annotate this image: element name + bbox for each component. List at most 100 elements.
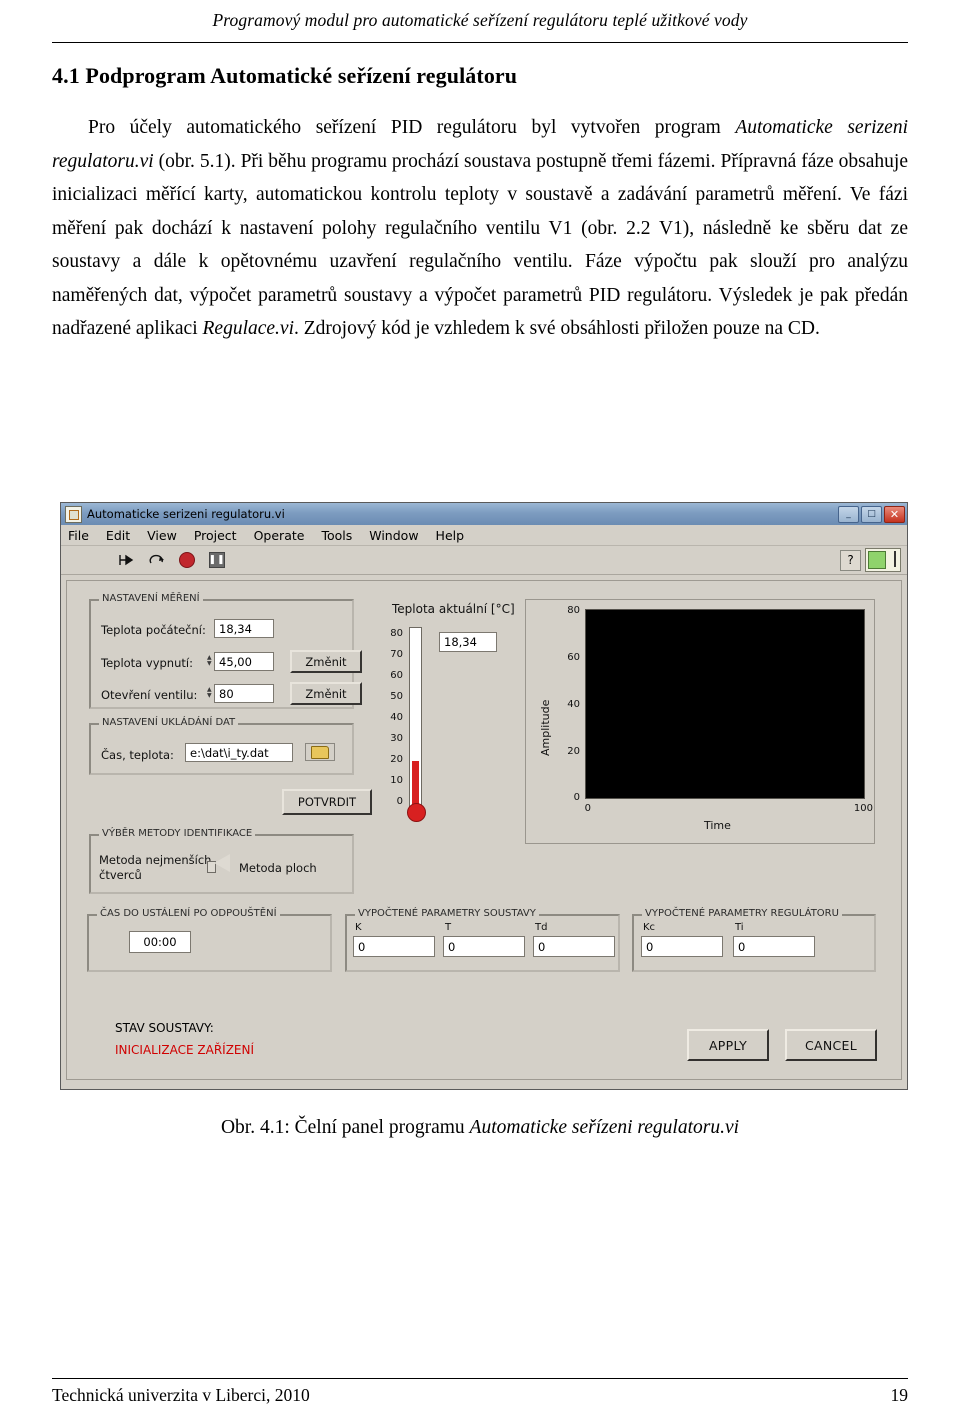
page-footer: Technická univerzita v Liberci, 2010 19	[52, 1385, 908, 1406]
folder-icon[interactable]	[305, 743, 335, 761]
param-t-value: 0	[443, 936, 525, 957]
figure-caption: Obr. 4.1: Čelní panel programu Automatic…	[52, 1117, 908, 1139]
param-kc-value: 0	[641, 936, 723, 957]
vi-icon-bar	[894, 551, 896, 567]
window-title: Automaticke serizeni regulatoru.vi	[87, 507, 285, 521]
method-areas-label: Metoda ploch	[239, 861, 317, 875]
initial-temp-label: Teplota počáteční:	[101, 623, 206, 637]
menu-item-window[interactable]: Window	[369, 528, 418, 543]
apply-button[interactable]: APPLY	[687, 1029, 769, 1061]
valve-opening-stepper[interactable]: ▲ ▼	[207, 683, 214, 702]
vi-app-icon	[65, 505, 82, 523]
abort-button-icon[interactable]	[175, 549, 199, 571]
valve-opening-change-button[interactable]: Změnit	[290, 682, 362, 705]
maximize-button[interactable]: □	[861, 505, 882, 523]
shutoff-temp-value[interactable]: 45,00	[214, 652, 274, 671]
valve-opening-value[interactable]: 80	[214, 684, 274, 703]
footer-page-number: 19	[890, 1385, 909, 1405]
param-k-value: 0	[353, 936, 435, 957]
shutoff-temp-label: Teplota vypnutí:	[101, 656, 193, 670]
menu-item-edit[interactable]: Edit	[106, 528, 130, 543]
param-t-label: T	[445, 922, 452, 933]
page-content: 4.1 Podprogram Automatické seřízení regu…	[52, 63, 908, 346]
graph-xtick-100: 100	[853, 803, 873, 814]
menu-item-help[interactable]: Help	[436, 528, 465, 543]
system-status-value: INICIALIZACE ZAŘÍZENÍ	[115, 1043, 255, 1057]
menu-item-operate[interactable]: Operate	[254, 528, 305, 543]
initial-temp-value[interactable]: 18,34	[214, 619, 274, 638]
graph-xtick-0: 0	[584, 803, 591, 814]
pause-button-icon[interactable]: ❚❚	[205, 549, 229, 571]
document-page: Programový modul pro automatické seřízen…	[0, 0, 960, 1428]
run-arrow-glyph	[119, 554, 134, 566]
graph-plot-area	[585, 609, 865, 799]
header-rule	[52, 42, 908, 43]
close-button[interactable]: ✕	[884, 505, 905, 523]
param-kc-label: Kc	[643, 922, 656, 933]
toolbar-right-group: ?	[840, 548, 901, 572]
valve-opening-label: Otevření ventilu:	[101, 688, 198, 702]
param-k-label: K	[355, 922, 362, 933]
graph-ytick-40: 40	[567, 699, 580, 710]
shutoff-temp-change-button[interactable]: Změnit	[290, 650, 362, 673]
paragraph-part-2: (obr. 5.1). Při běhu programu prochází s…	[52, 150, 908, 340]
menu-item-view[interactable]: View	[147, 528, 177, 543]
run-continuous-glyph	[149, 554, 164, 564]
system-params-label: VYPOČTENÉ PARAMETRY SOUSTAVY	[355, 908, 539, 919]
run-continuous-icon[interactable]	[145, 549, 169, 571]
paragraph-part-3: . Zdrojový kód je vzhledem k své obsáhlo…	[294, 318, 820, 340]
program-name-italic-2: Regulace.vi	[202, 318, 295, 340]
footer-rule	[52, 1378, 908, 1379]
graph-ytick-0: 0	[573, 792, 580, 803]
minimize-button[interactable]: _	[838, 505, 859, 523]
thermometer-digital-display: 18,34	[439, 632, 497, 652]
figure-screenshot: Automaticke serizeni regulatoru.vi _ □ ✕…	[60, 502, 908, 1090]
paragraph-part-1: Pro účely automatického seřízení PID reg…	[88, 117, 736, 138]
time-temp-label: Čas, teplota:	[101, 748, 174, 762]
thermo-tick-70: 70	[390, 649, 403, 660]
labview-window: Automaticke serizeni regulatoru.vi _ □ ✕…	[60, 502, 908, 1090]
data-file-path-input[interactable]: e:\dat\i_ty.dat	[185, 743, 293, 762]
folder-glyph	[311, 745, 329, 759]
caption-italic: Automaticke seřízeni regulatoru.vi	[469, 1117, 740, 1138]
graph-ytick-20: 20	[567, 746, 580, 757]
graph-xlabel: Time	[704, 819, 731, 832]
confirm-button[interactable]: POTVRDIT	[282, 789, 372, 815]
param-ti-value: 0	[733, 936, 815, 957]
param-ti-label: Ti	[735, 922, 744, 933]
data-storage-label: NASTAVENÍ UKLÁDÁNÍ DAT	[99, 717, 239, 728]
vi-toolbar: ❚❚ ?	[61, 546, 907, 575]
menu-item-file[interactable]: File	[68, 528, 89, 543]
param-td-label: Td	[535, 922, 548, 933]
thermo-tick-60: 60	[390, 670, 403, 681]
shutoff-temp-stepper[interactable]: ▲ ▼	[207, 651, 214, 670]
graph-ytick-60: 60	[567, 652, 580, 663]
thermo-tick-20: 20	[390, 754, 403, 765]
abort-circle	[179, 552, 195, 568]
run-arrow-icon[interactable]	[115, 549, 139, 571]
menu-item-project[interactable]: Project	[194, 528, 237, 543]
graph-ylabel: Amplitude	[539, 699, 552, 756]
settling-time-label: ČAS DO USTÁLENÍ PO ODPOUŠTĚNÍ	[97, 908, 280, 919]
vi-icon-square	[868, 551, 886, 569]
pause-glyph: ❚❚	[208, 552, 225, 568]
window-controls: _ □ ✕	[838, 505, 905, 523]
cancel-button[interactable]: CANCEL	[785, 1029, 877, 1061]
system-status-label: STAV SOUSTAVY:	[115, 1021, 214, 1035]
thermo-tick-40: 40	[390, 712, 403, 723]
context-help-icon[interactable]: ?	[840, 549, 861, 571]
method-switch-cone[interactable]	[214, 854, 230, 872]
thermometer-bulb	[407, 803, 426, 822]
thermo-tick-50: 50	[390, 691, 403, 702]
caption-prefix: Obr. 4.1: Čelní panel programu	[220, 1117, 470, 1138]
settling-time-value: 00:00	[129, 931, 191, 953]
vi-connector-pane-icon[interactable]	[865, 548, 901, 572]
menu-bar: File Edit View Project Operate Tools Win…	[61, 525, 907, 546]
running-head: Programový modul pro automatické seřízen…	[212, 10, 748, 30]
thermo-tick-80: 80	[390, 628, 403, 639]
body-paragraph: Pro účely automatického seřízení PID reg…	[52, 111, 908, 346]
window-titlebar: Automaticke serizeni regulatoru.vi _ □ ✕	[61, 503, 907, 525]
param-td-value: 0	[533, 936, 615, 957]
thermometer-title: Teplota aktuální [°C]	[392, 602, 515, 616]
menu-item-tools[interactable]: Tools	[321, 528, 352, 543]
